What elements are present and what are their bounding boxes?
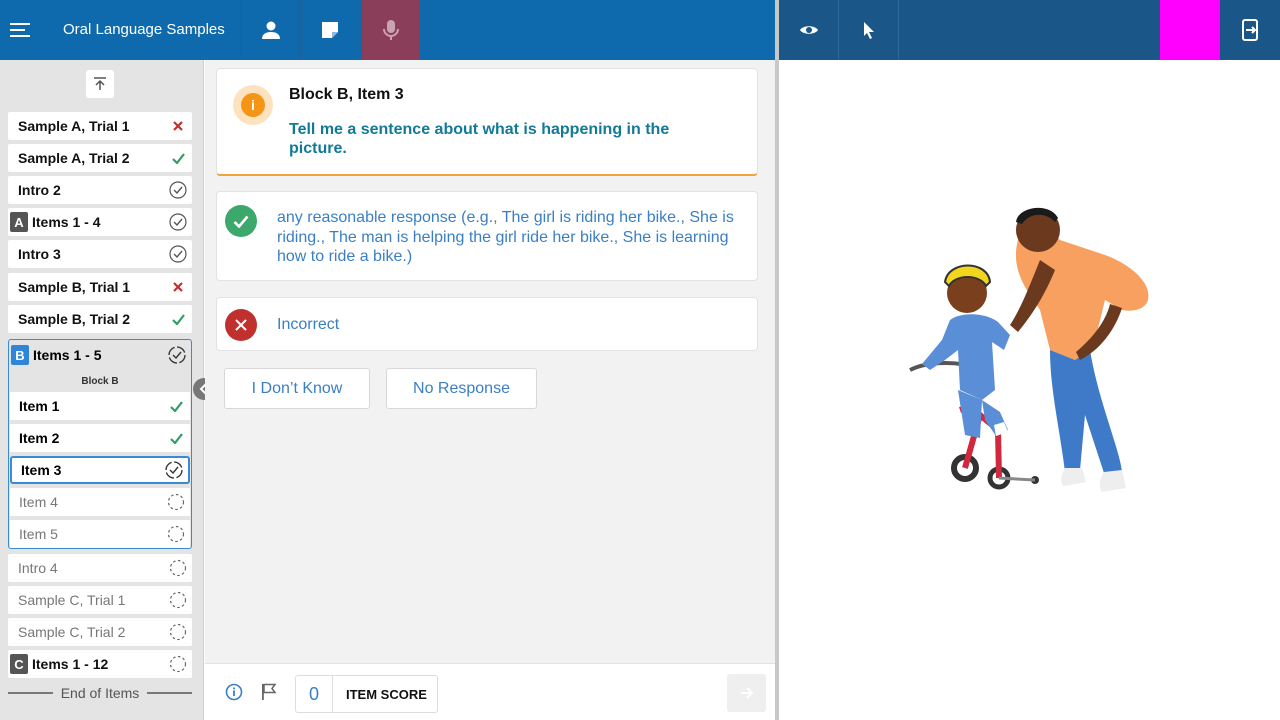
sidebar-item-c-items-1-12[interactable]: C Items 1 - 12 [8,650,192,678]
item-score-label: ITEM SCORE [346,686,427,702]
stimulus-picture [909,207,1149,492]
incorrect-response-option[interactable]: Incorrect [216,297,758,351]
block-item-3-current[interactable]: Item 3 [10,456,190,484]
pending-circle-icon [164,623,192,641]
incorrect-response-text: Incorrect [277,316,340,333]
info-outline-icon [225,683,243,701]
sidebar-item-sample-a-trial-2[interactable]: Sample A, Trial 2 [8,144,192,172]
eye-icon [799,26,818,34]
record-button[interactable] [361,0,420,60]
x-circle-icon [225,309,257,341]
correct-response-option[interactable]: any reasonable response (e.g., The girl … [216,191,758,281]
scroll-top-button[interactable] [86,70,114,98]
question-title: Block B, Item 3 [289,86,404,103]
block-badge: B [11,345,29,365]
pending-circle-icon [164,559,192,577]
i-dont-know-button[interactable]: I Don’t Know [224,368,370,409]
sidebar-item-sample-b-trial-1[interactable]: Sample B, Trial 1 [8,273,192,301]
block-item-4[interactable]: Item 4 [10,488,190,516]
check-icon [164,152,192,164]
exit-button[interactable] [1220,0,1280,60]
incorrect-icon [164,120,192,132]
pending-circle-icon [164,655,192,673]
item-panel: i Block B, Item 3 Tell me a sentence abo… [205,60,775,720]
info-badge: i [233,85,273,125]
sidebar-item-sample-a-trial-1[interactable]: Sample A, Trial 1 [8,112,192,140]
user-icon [262,21,280,39]
sidebar-item-sample-c-trial-2[interactable]: Sample C, Trial 2 [8,618,192,646]
check-icon [162,400,190,412]
question-card: i Block B, Item 3 Tell me a sentence abo… [216,68,758,176]
pointer-icon [863,22,874,39]
block-badge: C [10,654,28,674]
flag-icon [262,683,277,700]
exit-icon [1242,19,1258,41]
info-button[interactable] [224,682,244,702]
check-icon [164,313,192,325]
item-score: 0 ITEM SCORE [295,675,438,713]
menu-button[interactable] [0,0,42,60]
block-b-header[interactable]: B Items 1 - 5 [9,340,191,370]
complete-circle-icon [164,181,192,199]
check-circle-icon [225,205,257,237]
in-progress-icon [160,461,188,479]
item-score-value: 0 [296,676,333,712]
sidebar-item-a-items-1-4[interactable]: A Items 1 - 4 [8,208,192,236]
block-subtitle: Block B [81,376,119,387]
incorrect-icon [164,281,192,293]
question-prompt: Tell me a sentence about what is happeni… [289,121,670,157]
flag-button[interactable] [259,682,279,702]
view-button[interactable] [779,0,839,60]
block-item-2[interactable]: Item 2 [10,424,190,452]
sidebar-item-sample-c-trial-1[interactable]: Sample C, Trial 1 [8,586,192,614]
top-toolbar: Oral Language Samples [0,0,775,60]
item-footer: 0 ITEM SCORE [205,663,775,720]
end-of-items: End of Items [8,685,192,701]
notes-button[interactable] [300,0,359,60]
pane-divider[interactable] [775,0,779,720]
color-marker [1160,0,1220,60]
stimulus-toolbar [779,0,1280,60]
student-button[interactable] [241,0,300,60]
complete-circle-icon [164,213,192,231]
pointer-button[interactable] [839,0,899,60]
block-item-5[interactable]: Item 5 [10,520,190,548]
check-icon [162,432,190,444]
pending-circle-icon [162,493,190,511]
next-item-button[interactable] [727,674,766,712]
sidebar-item-intro-2[interactable]: Intro 2 [8,176,192,204]
block-badge: A [10,212,28,232]
pending-circle-icon [164,591,192,609]
sidebar-item-sample-b-trial-2[interactable]: Sample B, Trial 2 [8,305,192,333]
item-sidebar: Sample A, Trial 1 Sample A, Trial 2 Intr… [0,60,204,720]
in-progress-icon [163,346,191,364]
arrow-right-icon [740,687,753,699]
sidebar-item-intro-3[interactable]: Intro 3 [8,240,192,268]
microphone-icon [383,20,399,40]
arrow-up-to-top-icon [94,77,106,90]
block-b-group: B Items 1 - 5 Block B Item 1 Item 2 Item… [8,339,192,549]
block-item-1[interactable]: Item 1 [10,392,190,420]
info-icon: i [241,93,265,117]
note-icon [322,22,338,38]
no-response-button[interactable]: No Response [386,368,537,409]
complete-circle-icon [164,245,192,263]
correct-response-text: any reasonable response (e.g., The girl … [277,209,734,265]
pending-circle-icon [162,525,190,543]
sidebar-item-intro-4[interactable]: Intro 4 [8,554,192,582]
menu-icon [10,23,30,37]
app-title: Oral Language Samples [63,21,225,38]
